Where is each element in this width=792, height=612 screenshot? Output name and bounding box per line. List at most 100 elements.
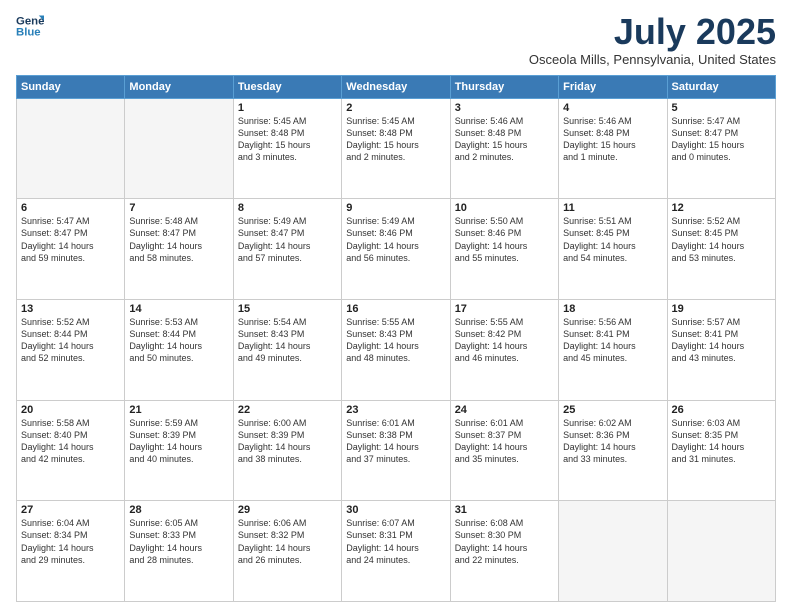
day-info: Sunrise: 5:47 AM Sunset: 8:47 PM Dayligh…	[21, 215, 120, 264]
day-info: Sunrise: 5:52 AM Sunset: 8:44 PM Dayligh…	[21, 316, 120, 365]
calendar-week-0: 1Sunrise: 5:45 AM Sunset: 8:48 PM Daylig…	[17, 98, 776, 199]
day-info: Sunrise: 6:01 AM Sunset: 8:37 PM Dayligh…	[455, 417, 554, 466]
day-info: Sunrise: 6:07 AM Sunset: 8:31 PM Dayligh…	[346, 517, 445, 566]
header: General Blue July 2025 Osceola Mills, Pe…	[16, 12, 776, 67]
day-info: Sunrise: 5:50 AM Sunset: 8:46 PM Dayligh…	[455, 215, 554, 264]
calendar-cell: 9Sunrise: 5:49 AM Sunset: 8:46 PM Daylig…	[342, 199, 450, 300]
day-number: 13	[21, 303, 120, 315]
calendar-cell: 15Sunrise: 5:54 AM Sunset: 8:43 PM Dayli…	[233, 299, 341, 400]
calendar-week-4: 27Sunrise: 6:04 AM Sunset: 8:34 PM Dayli…	[17, 501, 776, 602]
svg-text:General: General	[16, 15, 44, 27]
day-info: Sunrise: 5:45 AM Sunset: 8:48 PM Dayligh…	[346, 115, 445, 164]
day-info: Sunrise: 6:04 AM Sunset: 8:34 PM Dayligh…	[21, 517, 120, 566]
day-info: Sunrise: 5:55 AM Sunset: 8:42 PM Dayligh…	[455, 316, 554, 365]
calendar-cell: 31Sunrise: 6:08 AM Sunset: 8:30 PM Dayli…	[450, 501, 558, 602]
day-info: Sunrise: 5:45 AM Sunset: 8:48 PM Dayligh…	[238, 115, 337, 164]
day-number: 29	[238, 504, 337, 516]
calendar-cell: 5Sunrise: 5:47 AM Sunset: 8:47 PM Daylig…	[667, 98, 775, 199]
day-info: Sunrise: 5:56 AM Sunset: 8:41 PM Dayligh…	[563, 316, 662, 365]
day-number: 1	[238, 102, 337, 114]
day-info: Sunrise: 6:08 AM Sunset: 8:30 PM Dayligh…	[455, 517, 554, 566]
calendar-cell	[125, 98, 233, 199]
calendar-cell: 22Sunrise: 6:00 AM Sunset: 8:39 PM Dayli…	[233, 400, 341, 501]
day-number: 26	[672, 404, 771, 416]
day-info: Sunrise: 5:46 AM Sunset: 8:48 PM Dayligh…	[455, 115, 554, 164]
calendar-cell: 1Sunrise: 5:45 AM Sunset: 8:48 PM Daylig…	[233, 98, 341, 199]
calendar-cell	[559, 501, 667, 602]
day-info: Sunrise: 6:03 AM Sunset: 8:35 PM Dayligh…	[672, 417, 771, 466]
calendar-table: Sunday Monday Tuesday Wednesday Thursday…	[16, 75, 776, 602]
day-info: Sunrise: 5:52 AM Sunset: 8:45 PM Dayligh…	[672, 215, 771, 264]
day-number: 14	[129, 303, 228, 315]
day-info: Sunrise: 5:49 AM Sunset: 8:47 PM Dayligh…	[238, 215, 337, 264]
calendar-cell: 21Sunrise: 5:59 AM Sunset: 8:39 PM Dayli…	[125, 400, 233, 501]
day-number: 6	[21, 202, 120, 214]
calendar-week-2: 13Sunrise: 5:52 AM Sunset: 8:44 PM Dayli…	[17, 299, 776, 400]
day-info: Sunrise: 5:54 AM Sunset: 8:43 PM Dayligh…	[238, 316, 337, 365]
calendar-cell: 10Sunrise: 5:50 AM Sunset: 8:46 PM Dayli…	[450, 199, 558, 300]
day-number: 18	[563, 303, 662, 315]
calendar-cell: 27Sunrise: 6:04 AM Sunset: 8:34 PM Dayli…	[17, 501, 125, 602]
calendar-cell: 20Sunrise: 5:58 AM Sunset: 8:40 PM Dayli…	[17, 400, 125, 501]
calendar-cell: 3Sunrise: 5:46 AM Sunset: 8:48 PM Daylig…	[450, 98, 558, 199]
calendar-cell: 16Sunrise: 5:55 AM Sunset: 8:43 PM Dayli…	[342, 299, 450, 400]
day-info: Sunrise: 5:57 AM Sunset: 8:41 PM Dayligh…	[672, 316, 771, 365]
day-number: 30	[346, 504, 445, 516]
day-number: 11	[563, 202, 662, 214]
day-info: Sunrise: 6:02 AM Sunset: 8:36 PM Dayligh…	[563, 417, 662, 466]
day-number: 12	[672, 202, 771, 214]
day-info: Sunrise: 6:01 AM Sunset: 8:38 PM Dayligh…	[346, 417, 445, 466]
day-info: Sunrise: 5:49 AM Sunset: 8:46 PM Dayligh…	[346, 215, 445, 264]
col-saturday: Saturday	[667, 75, 775, 98]
calendar-cell: 6Sunrise: 5:47 AM Sunset: 8:47 PM Daylig…	[17, 199, 125, 300]
calendar-cell: 28Sunrise: 6:05 AM Sunset: 8:33 PM Dayli…	[125, 501, 233, 602]
day-info: Sunrise: 5:53 AM Sunset: 8:44 PM Dayligh…	[129, 316, 228, 365]
calendar-week-3: 20Sunrise: 5:58 AM Sunset: 8:40 PM Dayli…	[17, 400, 776, 501]
col-sunday: Sunday	[17, 75, 125, 98]
calendar-cell: 18Sunrise: 5:56 AM Sunset: 8:41 PM Dayli…	[559, 299, 667, 400]
col-wednesday: Wednesday	[342, 75, 450, 98]
day-number: 22	[238, 404, 337, 416]
calendar-cell: 24Sunrise: 6:01 AM Sunset: 8:37 PM Dayli…	[450, 400, 558, 501]
day-number: 4	[563, 102, 662, 114]
calendar-cell: 4Sunrise: 5:46 AM Sunset: 8:48 PM Daylig…	[559, 98, 667, 199]
col-monday: Monday	[125, 75, 233, 98]
day-info: Sunrise: 5:55 AM Sunset: 8:43 PM Dayligh…	[346, 316, 445, 365]
calendar-cell: 25Sunrise: 6:02 AM Sunset: 8:36 PM Dayli…	[559, 400, 667, 501]
day-info: Sunrise: 6:05 AM Sunset: 8:33 PM Dayligh…	[129, 517, 228, 566]
day-info: Sunrise: 6:00 AM Sunset: 8:39 PM Dayligh…	[238, 417, 337, 466]
col-tuesday: Tuesday	[233, 75, 341, 98]
day-number: 21	[129, 404, 228, 416]
day-info: Sunrise: 5:59 AM Sunset: 8:39 PM Dayligh…	[129, 417, 228, 466]
calendar-cell: 23Sunrise: 6:01 AM Sunset: 8:38 PM Dayli…	[342, 400, 450, 501]
day-number: 7	[129, 202, 228, 214]
calendar-cell: 11Sunrise: 5:51 AM Sunset: 8:45 PM Dayli…	[559, 199, 667, 300]
day-info: Sunrise: 5:51 AM Sunset: 8:45 PM Dayligh…	[563, 215, 662, 264]
day-number: 19	[672, 303, 771, 315]
day-info: Sunrise: 6:06 AM Sunset: 8:32 PM Dayligh…	[238, 517, 337, 566]
day-info: Sunrise: 5:47 AM Sunset: 8:47 PM Dayligh…	[672, 115, 771, 164]
page-container: General Blue July 2025 Osceola Mills, Pe…	[0, 0, 792, 612]
day-number: 28	[129, 504, 228, 516]
day-number: 17	[455, 303, 554, 315]
logo-icon: General Blue	[16, 12, 44, 40]
calendar-cell: 14Sunrise: 5:53 AM Sunset: 8:44 PM Dayli…	[125, 299, 233, 400]
day-number: 20	[21, 404, 120, 416]
col-friday: Friday	[559, 75, 667, 98]
svg-text:Blue: Blue	[16, 27, 41, 39]
day-number: 24	[455, 404, 554, 416]
calendar-cell: 12Sunrise: 5:52 AM Sunset: 8:45 PM Dayli…	[667, 199, 775, 300]
day-number: 16	[346, 303, 445, 315]
calendar-cell	[667, 501, 775, 602]
day-number: 9	[346, 202, 445, 214]
month-title: July 2025	[529, 12, 776, 52]
location: Osceola Mills, Pennsylvania, United Stat…	[529, 52, 776, 67]
calendar-cell: 19Sunrise: 5:57 AM Sunset: 8:41 PM Dayli…	[667, 299, 775, 400]
calendar-cell: 13Sunrise: 5:52 AM Sunset: 8:44 PM Dayli…	[17, 299, 125, 400]
calendar-header-row: Sunday Monday Tuesday Wednesday Thursday…	[17, 75, 776, 98]
calendar-cell	[17, 98, 125, 199]
calendar-cell: 17Sunrise: 5:55 AM Sunset: 8:42 PM Dayli…	[450, 299, 558, 400]
day-info: Sunrise: 5:58 AM Sunset: 8:40 PM Dayligh…	[21, 417, 120, 466]
calendar-cell: 8Sunrise: 5:49 AM Sunset: 8:47 PM Daylig…	[233, 199, 341, 300]
day-number: 8	[238, 202, 337, 214]
